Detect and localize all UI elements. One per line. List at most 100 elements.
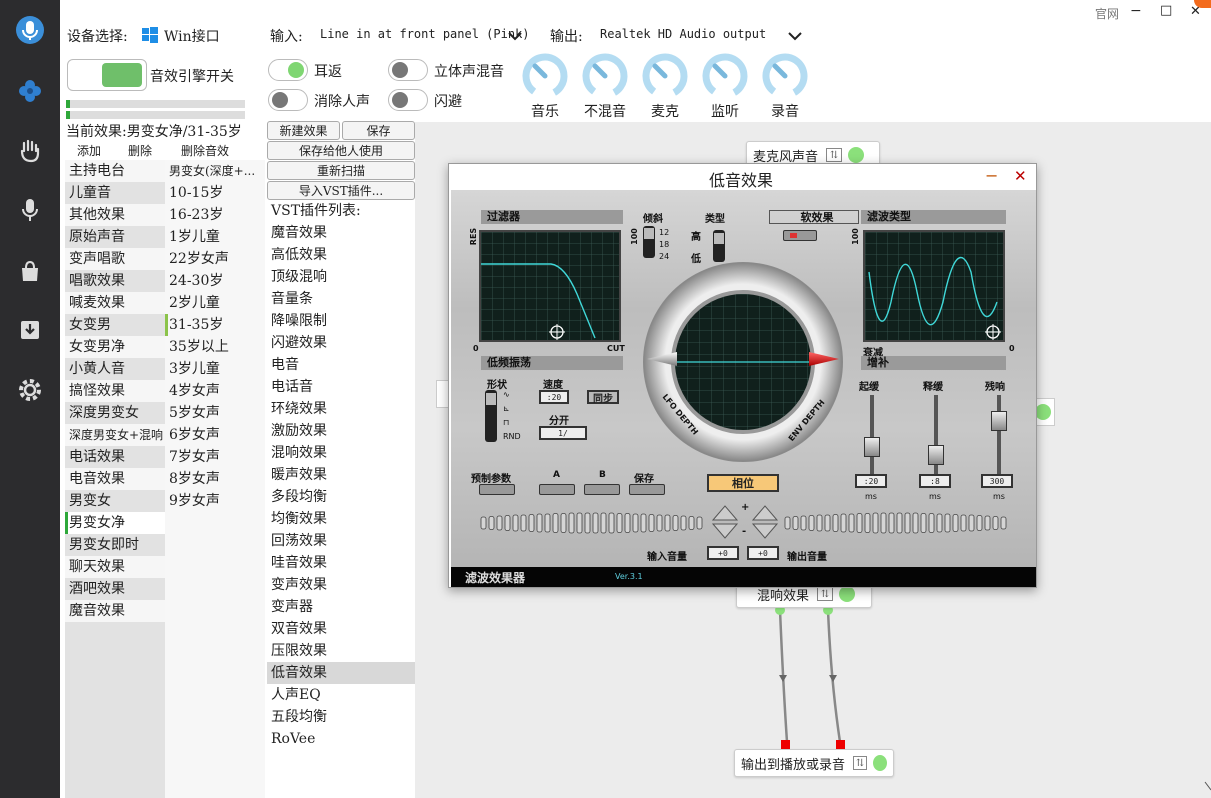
- input-volume-value[interactable]: +0: [707, 546, 739, 560]
- input-select[interactable]: Line in at front panel (Pink): [320, 27, 530, 41]
- category-item[interactable]: 唱歌效果: [65, 270, 165, 292]
- preset-a-button[interactable]: [539, 484, 575, 495]
- input-volume-ribbed-wheel[interactable]: [479, 510, 707, 536]
- volume-down-arrows[interactable]: [711, 502, 739, 542]
- preset-b-button[interactable]: [584, 484, 620, 495]
- volume-up-arrows[interactable]: [751, 502, 779, 542]
- volume-dial[interactable]: [761, 52, 809, 100]
- save-button[interactable]: 保存: [342, 121, 415, 140]
- attack-slider[interactable]: [864, 395, 880, 475]
- preset-item[interactable]: 6岁女声: [165, 424, 265, 446]
- output-node[interactable]: 输出到播放或录音 ⇅: [734, 749, 894, 777]
- preset-item[interactable]: 7岁女声: [165, 446, 265, 468]
- preset-item[interactable]: 3岁儿童: [165, 358, 265, 380]
- category-item[interactable]: 聊天效果: [65, 556, 165, 578]
- category-item[interactable]: 电音效果: [65, 468, 165, 490]
- stereo-mix-toggle[interactable]: [388, 59, 428, 81]
- mixer-icon[interactable]: ⇅: [817, 587, 834, 601]
- preset-item[interactable]: 35岁以上: [165, 336, 265, 358]
- microphone-logo-icon[interactable]: [15, 15, 45, 45]
- category-item[interactable]: 男变女即时: [65, 534, 165, 556]
- vst-item[interactable]: 均衡效果: [267, 508, 415, 530]
- monitor-toggle[interactable]: [268, 59, 308, 81]
- vst-item[interactable]: 顶级混响: [267, 266, 415, 288]
- new-effect-button[interactable]: 新建效果: [267, 121, 340, 140]
- output-select[interactable]: Realtek HD Audio output: [600, 27, 766, 41]
- release-value[interactable]: :8: [919, 474, 951, 488]
- vst-item[interactable]: 电话音: [267, 376, 415, 398]
- category-item[interactable]: 变声唱歌: [65, 248, 165, 270]
- mic-icon[interactable]: [15, 195, 45, 225]
- preset-item[interactable]: 男变女(深度+...: [165, 160, 265, 182]
- preset-item[interactable]: 4岁女声: [165, 380, 265, 402]
- add-button[interactable]: 添加: [77, 142, 101, 159]
- category-item[interactable]: 其他效果: [65, 204, 165, 226]
- preset-save-button[interactable]: [629, 484, 665, 495]
- release-slider[interactable]: [928, 395, 944, 475]
- category-item[interactable]: 电话效果: [65, 446, 165, 468]
- mixer-icon[interactable]: ⇅: [826, 148, 843, 162]
- dialog-minimize-button[interactable]: −: [985, 166, 998, 185]
- category-item[interactable]: 儿童音: [65, 182, 165, 204]
- download-icon[interactable]: [15, 315, 45, 345]
- category-item[interactable]: 主持电台: [65, 160, 165, 182]
- chevron-down-icon[interactable]: [507, 29, 523, 45]
- vst-item[interactable]: 暖声效果: [267, 464, 415, 486]
- vst-item[interactable]: 双音效果: [267, 618, 415, 640]
- preset-item[interactable]: 9岁女声: [165, 490, 265, 512]
- type-switch[interactable]: [713, 230, 725, 262]
- residual-slider[interactable]: [991, 395, 1007, 475]
- vst-item[interactable]: 激励效果: [267, 420, 415, 442]
- mixer-icon[interactable]: ⇅: [853, 756, 868, 770]
- category-item[interactable]: 深度男变女: [65, 402, 165, 424]
- preset-item[interactable]: 2岁儿童: [165, 292, 265, 314]
- output-volume-ribbed-wheel[interactable]: [783, 510, 1011, 536]
- slope-switch[interactable]: [643, 226, 655, 258]
- effects-flower-icon[interactable]: [15, 76, 45, 106]
- vst-item[interactable]: 音量条: [267, 288, 415, 310]
- preset-item[interactable]: 1岁儿童: [165, 226, 265, 248]
- residual-value[interactable]: 300: [981, 474, 1013, 488]
- vst-item[interactable]: 压限效果: [267, 640, 415, 662]
- save-for-others-button[interactable]: 保存给他人使用: [267, 141, 415, 160]
- maximize-button[interactable]: □: [1160, 3, 1172, 18]
- rescan-button[interactable]: 重新扫描: [267, 161, 415, 180]
- category-item[interactable]: 原始声音: [65, 226, 165, 248]
- vst-item[interactable]: 变声效果: [267, 574, 415, 596]
- vocal-remove-toggle[interactable]: [268, 89, 308, 111]
- volume-dial[interactable]: [641, 52, 689, 100]
- engine-switch[interactable]: [67, 59, 147, 91]
- volume-dial[interactable]: [581, 52, 629, 100]
- preset-item[interactable]: 5岁女声: [165, 402, 265, 424]
- vst-item[interactable]: 混响效果: [267, 442, 415, 464]
- official-site-link[interactable]: 官网: [1095, 5, 1119, 22]
- vst-item[interactable]: 回荡效果: [267, 530, 415, 552]
- category-item[interactable]: 搞怪效果: [65, 380, 165, 402]
- device-select-value[interactable]: Win接口: [164, 26, 220, 46]
- speed-value[interactable]: :20: [539, 390, 569, 404]
- vst-item[interactable]: 环绕效果: [267, 398, 415, 420]
- vst-item[interactable]: 闪避效果: [267, 332, 415, 354]
- vst-item[interactable]: 低音效果: [267, 662, 415, 684]
- preset-item[interactable]: 22岁女声: [165, 248, 265, 270]
- import-vst-button[interactable]: 导入VST插件...: [267, 181, 415, 200]
- attack-value[interactable]: :20: [855, 474, 887, 488]
- chevron-down-icon[interactable]: [787, 29, 803, 45]
- settings-gear-icon[interactable]: [15, 375, 45, 405]
- delete-button[interactable]: 删除: [128, 142, 152, 159]
- shape-switch[interactable]: [485, 390, 497, 442]
- vst-item[interactable]: RoVee: [267, 728, 415, 750]
- preset-item[interactable]: 16-23岁: [165, 204, 265, 226]
- dialog-close-button[interactable]: ✕: [1014, 167, 1027, 185]
- volume-dial[interactable]: [701, 52, 749, 100]
- volume-dial[interactable]: [521, 52, 569, 100]
- category-item[interactable]: 酒吧效果: [65, 578, 165, 600]
- shopping-bag-icon[interactable]: [15, 256, 45, 286]
- split-value[interactable]: 1/: [539, 426, 587, 440]
- filter-scope[interactable]: [479, 230, 621, 342]
- category-item[interactable]: 男变女: [65, 490, 165, 512]
- preset-item[interactable]: 31-35岁: [165, 314, 265, 336]
- preset-item[interactable]: 8岁女声: [165, 468, 265, 490]
- category-item[interactable]: 男变女净: [65, 512, 165, 534]
- delete-sound-button[interactable]: 删除音效: [181, 142, 229, 159]
